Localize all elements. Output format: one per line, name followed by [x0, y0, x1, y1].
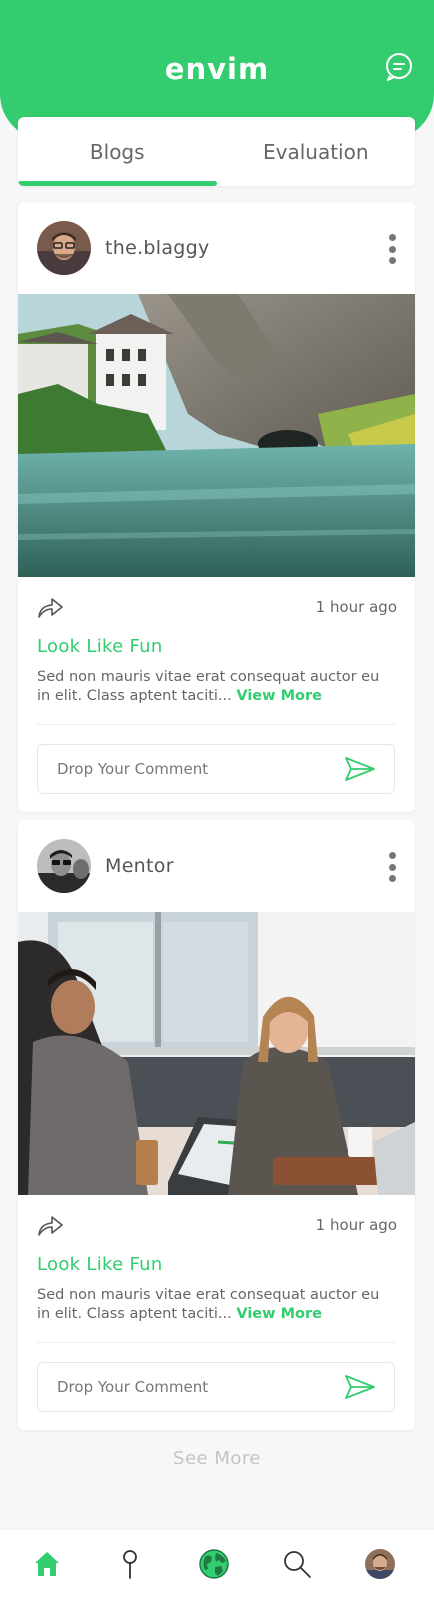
see-more-link[interactable]: See More: [0, 1448, 434, 1469]
post-card: Mentor 1 hour ago Look Like Fun Sed non …: [18, 820, 415, 1430]
location-pin-icon[interactable]: [114, 1548, 146, 1580]
globe-icon[interactable]: [198, 1548, 230, 1580]
author-avatar[interactable]: [37, 221, 91, 275]
comment-box: [37, 1362, 395, 1412]
post-header: Mentor: [18, 820, 415, 912]
view-more-link[interactable]: View More: [236, 1306, 322, 1322]
post-excerpt: Sed non mauris vitae erat consequat auct…: [37, 1286, 397, 1324]
post-excerpt: Sed non mauris vitae erat consequat auct…: [37, 668, 397, 706]
post-image[interactable]: [18, 294, 415, 577]
divider: [37, 724, 396, 725]
share-icon[interactable]: [36, 594, 64, 620]
tab-blogs[interactable]: Blogs: [18, 117, 217, 186]
bottom-nav: [0, 1530, 434, 1600]
home-icon[interactable]: [31, 1548, 63, 1580]
divider: [37, 1342, 396, 1343]
send-icon[interactable]: [344, 1373, 376, 1401]
post-timestamp: 1 hour ago: [315, 598, 397, 616]
post-title[interactable]: Look Like Fun: [37, 1254, 163, 1275]
chat-icon[interactable]: [384, 52, 414, 82]
tab-evaluation[interactable]: Evaluation: [217, 117, 416, 186]
author-name[interactable]: the.blaggy: [105, 237, 210, 259]
comment-input[interactable]: [38, 1363, 328, 1411]
profile-avatar[interactable]: [364, 1548, 396, 1580]
post-image[interactable]: [18, 912, 415, 1195]
tab-bar: Blogs Evaluation: [18, 117, 415, 186]
view-more-link[interactable]: View More: [236, 688, 322, 704]
comment-input[interactable]: [38, 745, 328, 793]
comment-box: [37, 744, 395, 794]
send-icon[interactable]: [344, 755, 376, 783]
search-icon[interactable]: [281, 1548, 313, 1580]
share-icon[interactable]: [36, 1212, 64, 1238]
post-header: the.blaggy: [18, 202, 415, 294]
excerpt-text: Sed non mauris vitae erat consequat auct…: [37, 1287, 380, 1322]
author-name[interactable]: Mentor: [105, 855, 174, 877]
excerpt-text: Sed non mauris vitae erat consequat auct…: [37, 669, 380, 704]
more-options-icon[interactable]: [383, 232, 401, 266]
more-options-icon[interactable]: [383, 850, 401, 884]
app-title: envim: [164, 52, 270, 86]
author-avatar[interactable]: [37, 839, 91, 893]
post-timestamp: 1 hour ago: [315, 1216, 397, 1234]
post-title[interactable]: Look Like Fun: [37, 636, 163, 657]
post-card: the.blaggy 1 hour ago Look Like Fun Sed …: [18, 202, 415, 812]
